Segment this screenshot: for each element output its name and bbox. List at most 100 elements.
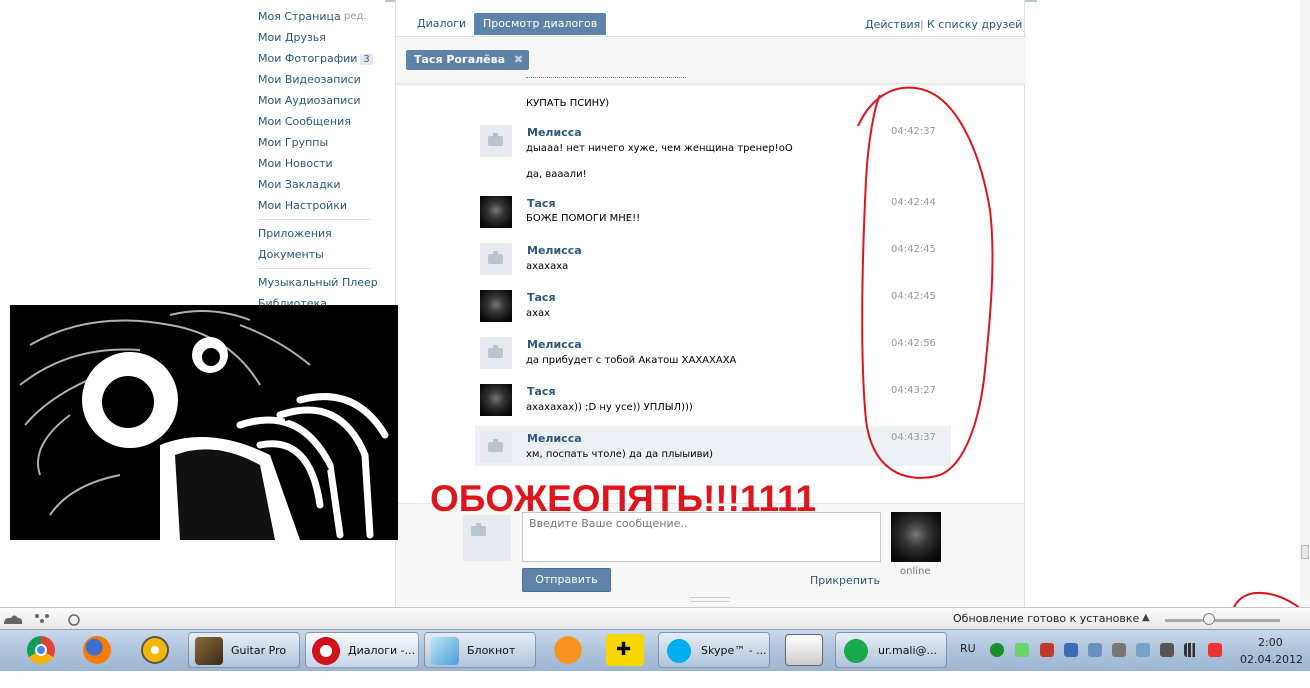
message-time: 04:42:44 — [891, 197, 936, 208]
signal-icon[interactable] — [1184, 643, 1198, 657]
chevron-up-icon[interactable]: ▲ — [1142, 612, 1150, 623]
device-icon[interactable] — [1112, 643, 1126, 657]
avatar[interactable] — [480, 290, 512, 322]
send-button[interactable]: Отправить — [522, 568, 611, 592]
avatar[interactable] — [480, 431, 512, 463]
taskbar-label: Guitar Pro — [231, 644, 287, 657]
nav-my-groups[interactable]: Мои Группы — [258, 136, 328, 149]
opera-icon — [312, 637, 340, 665]
flag-icon[interactable] — [1136, 643, 1150, 657]
firefox-icon[interactable] — [83, 636, 111, 664]
message-author[interactable]: Мелисса — [527, 432, 582, 445]
clock-date[interactable]: 02.04.2012 — [1240, 653, 1303, 666]
message-text: ахах — [526, 308, 551, 319]
nav-my-photos[interactable]: Мои Фотографии 3 — [258, 52, 373, 65]
message-text: да, вааали! — [526, 169, 587, 180]
message-time: 04:43:37 — [891, 432, 936, 443]
message-time: 04:42:56 — [891, 338, 936, 349]
nav-my-videos[interactable]: Мои Видеозаписи — [258, 73, 361, 86]
message-author[interactable]: Тася — [527, 291, 556, 304]
message-author[interactable]: Мелисса — [527, 244, 582, 257]
network-icon[interactable] — [1064, 643, 1078, 657]
guitar-pro-icon — [195, 637, 223, 665]
friends-list-link[interactable]: К списку друзей — [927, 18, 1022, 31]
tab-bar: Диалоги Просмотр диалогов Действия | К с… — [396, 0, 1026, 37]
message-text: КУПАТЬ ПСИНУ) — [526, 98, 610, 109]
notepad-icon — [431, 637, 459, 665]
message-author[interactable]: Тася — [527, 197, 556, 210]
taskbar-label: ur.mali@... — [878, 644, 938, 657]
message-time: 04:42:37 — [891, 126, 936, 137]
avatar[interactable] — [480, 384, 512, 416]
nav-my-news[interactable]: Мои Новости — [258, 157, 333, 170]
taskbar-mail-agent[interactable]: ur.mali@... — [835, 632, 947, 668]
desktop-strip — [0, 671, 1310, 688]
skype-icon — [665, 637, 693, 665]
eye-icon[interactable] — [990, 643, 1004, 657]
share-icon — [40, 619, 44, 623]
chrome-icon[interactable] — [27, 636, 55, 664]
speaker-alert-icon[interactable] — [1040, 643, 1054, 657]
attach-link[interactable]: Прикрепить — [810, 574, 880, 587]
update-status-text: Обновление готово к установке — [953, 612, 1140, 625]
online-status: online — [900, 566, 931, 577]
message-author[interactable]: Мелисса — [527, 126, 582, 139]
zoom-slider-track[interactable] — [1165, 619, 1280, 622]
nav-divider — [258, 219, 371, 220]
zoom-slider-knob[interactable] — [1203, 613, 1215, 625]
scroll-thumb[interactable] — [1301, 545, 1309, 559]
message-time: 04:42:45 — [891, 291, 936, 302]
clipped-message — [526, 76, 686, 84]
avatar[interactable] — [480, 243, 512, 275]
volume-icon[interactable] — [1160, 643, 1174, 657]
nav-edit-link[interactable]: ред. — [344, 11, 367, 22]
nav-music-player[interactable]: Музыкальный Плеер — [258, 276, 378, 289]
tab-view-dialogs[interactable]: Просмотр диалогов — [474, 13, 607, 35]
message-text: дыааа! нет ничего хуже, чем женщина трен… — [526, 143, 793, 154]
speed-dial-icon — [68, 614, 80, 626]
close-icon[interactable]: ✖ — [514, 50, 523, 70]
message-author[interactable]: Мелисса — [527, 338, 582, 351]
peer-avatar[interactable] — [891, 512, 941, 562]
my-avatar[interactable] — [463, 515, 511, 561]
icq-icon[interactable] — [1015, 643, 1029, 657]
nav-my-messages[interactable]: Мои Сообщения — [258, 115, 351, 128]
taskbar-guitar-pro[interactable]: Guitar Pro — [188, 632, 300, 668]
avatar[interactable] — [480, 125, 512, 157]
cloud-icon — [4, 615, 23, 624]
mail-agent-icon — [842, 637, 870, 665]
annotation-caption: ОБОЖЕОПЯТЬ!!!1111 — [430, 478, 817, 519]
page-scrollbar[interactable] — [1300, 0, 1310, 607]
nav-my-friends[interactable]: Мои Друзья — [258, 31, 326, 44]
taskbar-opera-dialogs[interactable]: Диалоги -... — [305, 632, 419, 668]
network-app-icon[interactable] — [141, 636, 169, 664]
clock-time[interactable]: 2:00 — [1258, 636, 1283, 649]
nav-documents[interactable]: Документы — [258, 248, 324, 261]
power-icon[interactable] — [1208, 643, 1222, 657]
nav-my-photos-label: Мои Фотографии — [258, 52, 358, 65]
qip-icon[interactable] — [549, 634, 587, 666]
taskbar-skype[interactable]: Skype™ - ... — [658, 632, 770, 668]
message-text: хм, поспать чтоле) да да плыыиви) — [526, 449, 713, 460]
nav-my-audio[interactable]: Мои Аудиозаписи — [258, 94, 361, 107]
nav-my-settings[interactable]: Мои Настройки — [258, 199, 347, 212]
tab-dialogs[interactable]: Диалоги — [408, 13, 475, 35]
avatar[interactable] — [480, 337, 512, 369]
avatar[interactable] — [480, 196, 512, 228]
nav-apps[interactable]: Приложения — [258, 227, 332, 240]
resize-handle[interactable] — [690, 597, 730, 602]
language-indicator[interactable]: RU — [960, 642, 976, 655]
actions-link[interactable]: Действия — [865, 18, 920, 31]
peer-name: Тася Рогалёва — [414, 53, 506, 66]
peer-chip[interactable]: Тася Рогалёва ✖ — [406, 50, 530, 70]
nav-my-page[interactable]: Моя Страница — [258, 10, 341, 23]
taskbar-label: Skype™ - ... — [701, 644, 767, 657]
nav-my-bookmarks[interactable]: Мои Закладки — [258, 178, 340, 191]
plus-app-icon[interactable]: ✚ — [606, 634, 644, 666]
taskbar-notepad[interactable]: Блокнот — [424, 632, 536, 668]
media-player-classic-icon[interactable] — [785, 634, 823, 666]
display-icon[interactable] — [1088, 643, 1102, 657]
message-author[interactable]: Тася — [527, 385, 556, 398]
message-text: ахахаха — [526, 261, 569, 272]
peer-bar: Тася Рогалёва ✖ — [396, 38, 1026, 84]
